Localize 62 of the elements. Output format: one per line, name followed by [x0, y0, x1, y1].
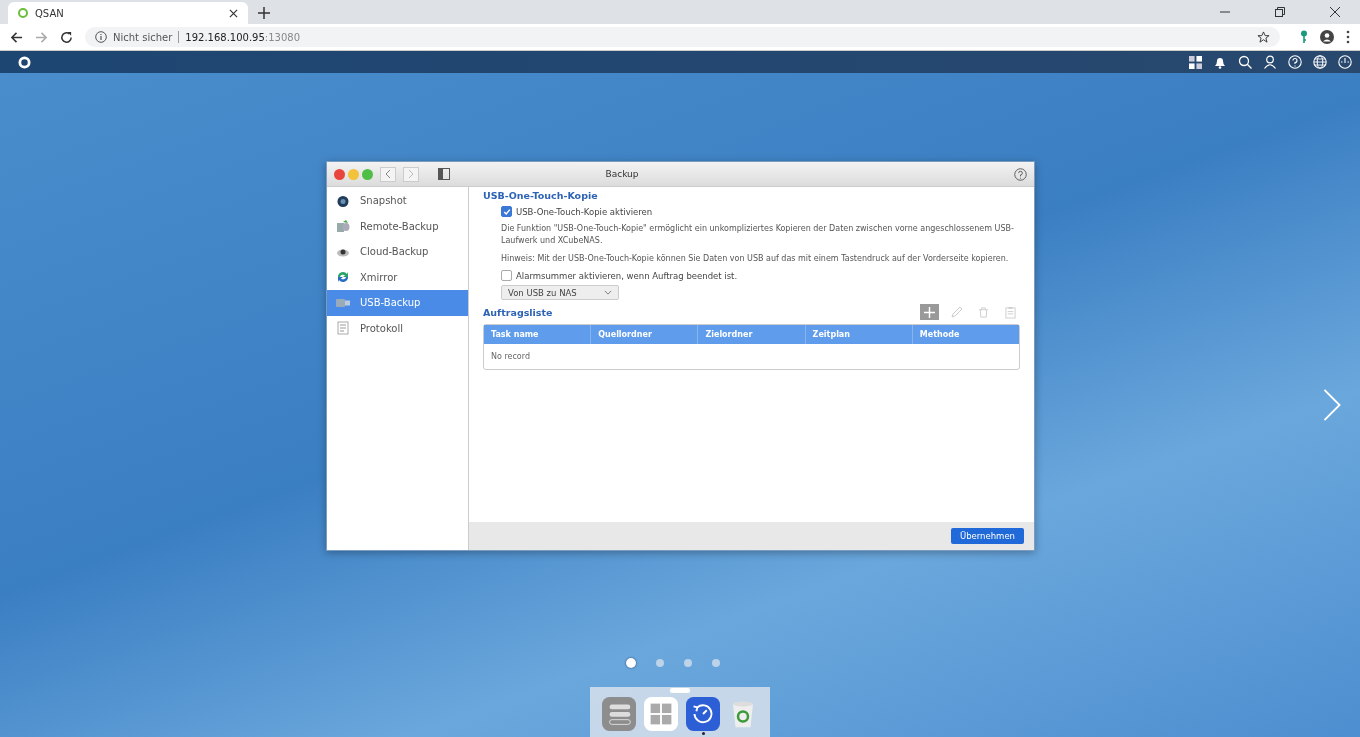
task-list-title: Auftragsliste — [483, 306, 553, 318]
pencil-icon — [950, 306, 963, 318]
empty-message: No record — [490, 351, 531, 363]
key-icon[interactable] — [1300, 30, 1308, 44]
menu-icon[interactable] — [1346, 30, 1350, 44]
sync-icon — [336, 270, 350, 285]
document-icon — [336, 321, 350, 336]
alarm-checkbox[interactable]: Alarmsummer aktivieren, wenn Auftrag beendet ist. — [501, 270, 1020, 281]
globe-icon[interactable] — [1313, 55, 1327, 69]
gauge-icon[interactable] — [1338, 55, 1352, 69]
running-indicator — [701, 732, 705, 735]
page-indicator[interactable] — [626, 658, 636, 668]
apply-button[interactable]: Übernehmen — [950, 528, 1024, 544]
address-field[interactable]: Nicht sicher 192.168.100.95:13080 — [85, 27, 1280, 47]
back-icon[interactable] — [10, 30, 23, 44]
url-text: 192.168.100.95:13080 — [185, 31, 300, 43]
app-grid-icon[interactable] — [644, 697, 678, 731]
plus-icon — [924, 306, 935, 318]
notification-icon[interactable] — [1213, 55, 1227, 69]
new-tab-icon[interactable] — [258, 7, 270, 19]
clipboard-icon — [1005, 305, 1016, 319]
backup-gauge-icon[interactable] — [686, 697, 720, 731]
browser-tab[interactable]: QSAN — [8, 2, 248, 24]
direction-dropdown[interactable]: Von USB zu NAS — [501, 285, 619, 300]
tab-title: QSAN — [35, 7, 65, 19]
reload-icon[interactable] — [60, 30, 73, 44]
chevron-right-icon — [408, 169, 414, 179]
maximize-icon[interactable] — [362, 168, 373, 180]
account-icon[interactable] — [1320, 30, 1334, 44]
sidebar-toggle-icon[interactable] — [438, 168, 450, 180]
enable-checkbox[interactable]: USB-One-Touch-Kopie aktivieren — [501, 206, 1020, 217]
section-title: USB-One-Touch-Kopie — [483, 190, 599, 201]
dock-handle[interactable] — [670, 688, 690, 693]
sidebar-item[interactable]: Xmirror — [327, 264, 468, 290]
forward-icon[interactable] — [35, 30, 48, 44]
trash-icon — [978, 306, 989, 318]
info-icon — [95, 31, 107, 43]
camera-icon — [336, 193, 350, 208]
close-icon[interactable] — [1330, 7, 1340, 17]
chevron-left-icon — [385, 169, 391, 179]
star-icon[interactable] — [1257, 30, 1270, 44]
grid-icon[interactable] — [1189, 55, 1202, 69]
chevron-right-icon[interactable] — [1322, 388, 1342, 422]
security-label: Nicht sicher — [113, 31, 173, 43]
description-text: Die Funktion "USB-One-Touch-Kopie" ermöglicht ein unkompliziertes Kopieren der Daten zwischen vorne angeschlossenem USB-Laufwerk und XCubeNAS. — [501, 223, 1015, 247]
qsan-logo-icon — [18, 8, 28, 18]
sidebar-item[interactable]: Protokoll — [327, 315, 468, 341]
toggle-panel-icon[interactable] — [602, 697, 636, 731]
sidebar-item[interactable]: Cloud-Backup — [327, 239, 468, 265]
window-title: Backup — [604, 169, 640, 179]
back-button[interactable] — [380, 166, 396, 182]
add-button[interactable] — [920, 304, 939, 320]
search-icon[interactable] — [1238, 55, 1252, 69]
sidebar-item[interactable]: Remote-Backup — [327, 213, 468, 239]
chevron-down-icon — [604, 290, 612, 295]
hint-text: Hinweis: Mit der USB-One-Touch-Kopie können Sie Daten von USB auf das mit einem Tastendruck auf der Vorderseite kopieren. — [501, 253, 1010, 265]
close-icon[interactable] — [229, 8, 238, 18]
qsan-logo-icon[interactable] — [18, 55, 31, 69]
user-icon[interactable] — [1263, 55, 1277, 69]
sidebar-item[interactable]: Snapshot — [327, 188, 468, 214]
restore-icon[interactable] — [1275, 7, 1285, 17]
help-icon[interactable] — [1014, 167, 1027, 181]
